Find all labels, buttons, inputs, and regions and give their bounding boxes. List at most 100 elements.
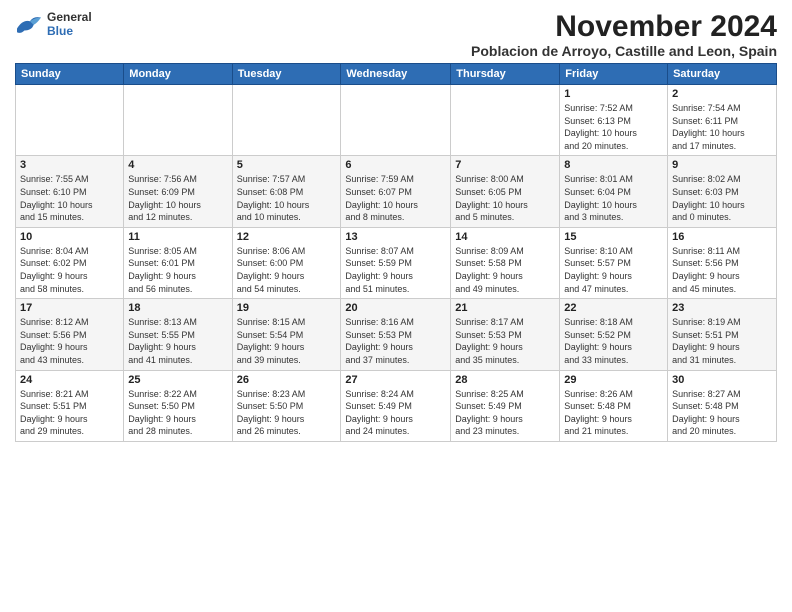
day-info: Sunrise: 8:19 AM Sunset: 5:51 PM Dayligh… xyxy=(672,316,772,366)
calendar-header-saturday: Saturday xyxy=(668,64,777,85)
calendar-cell: 29 Sunrise: 8:26 AM Sunset: 5:48 PM Dayli… xyxy=(560,370,668,441)
day-number: 3 xyxy=(20,159,119,171)
day-number: 10 xyxy=(20,231,119,243)
day-info: Sunrise: 8:11 AM Sunset: 5:56 PM Dayligh… xyxy=(672,245,772,295)
day-number: 11 xyxy=(128,231,227,243)
calendar-cell xyxy=(451,85,560,156)
day-info: Sunrise: 8:00 AM Sunset: 6:05 PM Dayligh… xyxy=(455,173,555,223)
day-number: 19 xyxy=(237,302,337,314)
day-info: Sunrise: 8:16 AM Sunset: 5:53 PM Dayligh… xyxy=(345,316,446,366)
calendar-header-tuesday: Tuesday xyxy=(232,64,341,85)
calendar-cell: 11 Sunrise: 8:05 AM Sunset: 6:01 PM Dayli… xyxy=(124,227,232,298)
calendar-cell: 12 Sunrise: 8:06 AM Sunset: 6:00 PM Dayli… xyxy=(232,227,341,298)
calendar-cell: 1Sunrise: 7:52 AM Sunset: 6:13 PM Daylig… xyxy=(560,85,668,156)
calendar-cell: 10Sunrise: 8:04 AM Sunset: 6:02 PM Dayli… xyxy=(16,227,124,298)
day-info: Sunrise: 8:09 AM Sunset: 5:58 PM Dayligh… xyxy=(455,245,555,295)
calendar-header-monday: Monday xyxy=(124,64,232,85)
month-title: November 2024 xyxy=(471,10,777,43)
calendar-cell: 27Sunrise: 8:24 AM Sunset: 5:49 PM Dayli… xyxy=(341,370,451,441)
day-info: Sunrise: 8:01 AM Sunset: 6:04 PM Dayligh… xyxy=(564,173,663,223)
calendar-cell: 4Sunrise: 7:56 AM Sunset: 6:09 PM Daylig… xyxy=(124,156,232,227)
day-info: Sunrise: 8:05 AM Sunset: 6:01 PM Dayligh… xyxy=(128,245,227,295)
day-info: Sunrise: 7:55 AM Sunset: 6:10 PM Dayligh… xyxy=(20,173,119,223)
calendar-cell: 25 Sunrise: 8:22 AM Sunset: 5:50 PM Dayli… xyxy=(124,370,232,441)
calendar-cell: 22 Sunrise: 8:18 AM Sunset: 5:52 PM Dayli… xyxy=(560,299,668,370)
day-info: Sunrise: 8:22 AM Sunset: 5:50 PM Dayligh… xyxy=(128,388,227,438)
calendar-cell: 15Sunrise: 8:10 AM Sunset: 5:57 PM Dayli… xyxy=(560,227,668,298)
calendar-cell: 9 Sunrise: 8:02 AM Sunset: 6:03 PM Daylig… xyxy=(668,156,777,227)
calendar-cell: 24 Sunrise: 8:21 AM Sunset: 5:51 PM Dayli… xyxy=(16,370,124,441)
calendar-cell: 18Sunrise: 8:13 AM Sunset: 5:55 PM Dayli… xyxy=(124,299,232,370)
day-info: Sunrise: 8:10 AM Sunset: 5:57 PM Dayligh… xyxy=(564,245,663,295)
day-info: Sunrise: 8:18 AM Sunset: 5:52 PM Dayligh… xyxy=(564,316,663,366)
day-number: 17 xyxy=(20,302,119,314)
day-number: 25 xyxy=(128,374,227,386)
day-info: Sunrise: 8:06 AM Sunset: 6:00 PM Dayligh… xyxy=(237,245,337,295)
calendar-header-thursday: Thursday xyxy=(451,64,560,85)
logo-bird-icon xyxy=(15,12,43,36)
calendar-cell xyxy=(341,85,451,156)
calendar-week-row: 24 Sunrise: 8:21 AM Sunset: 5:51 PM Dayli… xyxy=(16,370,777,441)
day-number: 20 xyxy=(345,302,446,314)
calendar-header-friday: Friday xyxy=(560,64,668,85)
calendar-cell: 6Sunrise: 7:59 AM Sunset: 6:07 PM Daylig… xyxy=(341,156,451,227)
day-number: 24 xyxy=(20,374,119,386)
calendar-cell: 19Sunrise: 8:15 AM Sunset: 5:54 PM Dayli… xyxy=(232,299,341,370)
calendar-cell: 14 Sunrise: 8:09 AM Sunset: 5:58 PM Dayli… xyxy=(451,227,560,298)
logo-blue: Blue xyxy=(47,24,92,38)
calendar-cell: 8 Sunrise: 8:01 AM Sunset: 6:04 PM Daylig… xyxy=(560,156,668,227)
day-number: 5 xyxy=(237,159,337,171)
day-info: Sunrise: 8:17 AM Sunset: 5:53 PM Dayligh… xyxy=(455,316,555,366)
location: Poblacion de Arroyo, Castille and Leon, … xyxy=(471,43,777,59)
calendar-week-row: 10Sunrise: 8:04 AM Sunset: 6:02 PM Dayli… xyxy=(16,227,777,298)
day-number: 8 xyxy=(564,159,663,171)
calendar-cell xyxy=(124,85,232,156)
day-info: Sunrise: 8:26 AM Sunset: 5:48 PM Dayligh… xyxy=(564,388,663,438)
day-number: 16 xyxy=(672,231,772,243)
day-number: 28 xyxy=(455,374,555,386)
day-info: Sunrise: 8:27 AM Sunset: 5:48 PM Dayligh… xyxy=(672,388,772,438)
calendar-cell xyxy=(232,85,341,156)
title-block: November 2024 Poblacion de Arroyo, Casti… xyxy=(471,10,777,59)
calendar-header-row: SundayMondayTuesdayWednesdayThursdayFrid… xyxy=(16,64,777,85)
day-info: Sunrise: 8:12 AM Sunset: 5:56 PM Dayligh… xyxy=(20,316,119,366)
day-number: 30 xyxy=(672,374,772,386)
calendar-cell: 21 Sunrise: 8:17 AM Sunset: 5:53 PM Dayli… xyxy=(451,299,560,370)
day-number: 12 xyxy=(237,231,337,243)
day-number: 26 xyxy=(237,374,337,386)
day-number: 9 xyxy=(672,159,772,171)
calendar-cell: 30 Sunrise: 8:27 AM Sunset: 5:48 PM Dayli… xyxy=(668,370,777,441)
calendar-cell: 20 Sunrise: 8:16 AM Sunset: 5:53 PM Dayli… xyxy=(341,299,451,370)
calendar-cell: 3 Sunrise: 7:55 AM Sunset: 6:10 PM Daylig… xyxy=(16,156,124,227)
calendar-cell: 13Sunrise: 8:07 AM Sunset: 5:59 PM Dayli… xyxy=(341,227,451,298)
day-info: Sunrise: 7:57 AM Sunset: 6:08 PM Dayligh… xyxy=(237,173,337,223)
logo-text: General Blue xyxy=(47,10,92,39)
calendar-cell: 26Sunrise: 8:23 AM Sunset: 5:50 PM Dayli… xyxy=(232,370,341,441)
calendar-table: SundayMondayTuesdayWednesdayThursdayFrid… xyxy=(15,63,777,442)
day-number: 18 xyxy=(128,302,227,314)
header: General Blue November 2024 Poblacion de … xyxy=(15,10,777,59)
day-info: Sunrise: 8:21 AM Sunset: 5:51 PM Dayligh… xyxy=(20,388,119,438)
day-number: 14 xyxy=(455,231,555,243)
page: General Blue November 2024 Poblacion de … xyxy=(0,0,792,612)
calendar-cell xyxy=(16,85,124,156)
day-number: 23 xyxy=(672,302,772,314)
calendar-header-sunday: Sunday xyxy=(16,64,124,85)
day-number: 22 xyxy=(564,302,663,314)
day-number: 21 xyxy=(455,302,555,314)
calendar-header-wednesday: Wednesday xyxy=(341,64,451,85)
calendar-week-row: 1Sunrise: 7:52 AM Sunset: 6:13 PM Daylig… xyxy=(16,85,777,156)
day-number: 4 xyxy=(128,159,227,171)
day-info: Sunrise: 8:02 AM Sunset: 6:03 PM Dayligh… xyxy=(672,173,772,223)
calendar-cell: 16 Sunrise: 8:11 AM Sunset: 5:56 PM Dayli… xyxy=(668,227,777,298)
day-info: Sunrise: 8:24 AM Sunset: 5:49 PM Dayligh… xyxy=(345,388,446,438)
day-number: 2 xyxy=(672,88,772,100)
calendar-week-row: 3 Sunrise: 7:55 AM Sunset: 6:10 PM Daylig… xyxy=(16,156,777,227)
day-number: 29 xyxy=(564,374,663,386)
logo-general: General xyxy=(47,10,92,24)
calendar-cell: 17 Sunrise: 8:12 AM Sunset: 5:56 PM Dayli… xyxy=(16,299,124,370)
day-info: Sunrise: 8:07 AM Sunset: 5:59 PM Dayligh… xyxy=(345,245,446,295)
calendar-week-row: 17 Sunrise: 8:12 AM Sunset: 5:56 PM Dayli… xyxy=(16,299,777,370)
day-info: Sunrise: 7:59 AM Sunset: 6:07 PM Dayligh… xyxy=(345,173,446,223)
calendar-cell: 2Sunrise: 7:54 AM Sunset: 6:11 PM Daylig… xyxy=(668,85,777,156)
